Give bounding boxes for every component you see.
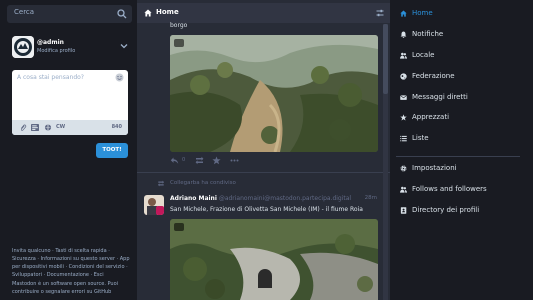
- envelope-icon: [400, 95, 407, 100]
- boost-text[interactable]: Collegarba ha condiviso: [170, 180, 236, 186]
- eye-slash-icon[interactable]: [174, 39, 184, 47]
- account-handle[interactable]: @admin: [37, 39, 64, 46]
- column-header[interactable]: Home: [137, 3, 390, 23]
- footer-nav-links[interactable]: Invita qualcuno · Tasti di scelta rapida…: [12, 247, 130, 279]
- nav-label: Locale: [412, 51, 435, 59]
- status-author[interactable]: Adriano Maini @adrianomaini@mastodon.par…: [170, 195, 351, 202]
- compose-toolbar: CW 840: [12, 120, 128, 135]
- home-icon: [144, 9, 152, 17]
- nav-label: Liste: [412, 134, 429, 142]
- compose-placeholder: A cosa stai pensando?: [17, 74, 84, 81]
- scrollbar[interactable]: [383, 24, 388, 300]
- nav-label: Impostazioni: [412, 164, 457, 172]
- display-name[interactable]: Adriano Maini: [170, 195, 217, 202]
- users-icon: [400, 186, 407, 193]
- more-options-icon[interactable]: [230, 156, 239, 165]
- home-icon: [400, 10, 407, 17]
- account-handle[interactable]: @adrianomaini@mastodon.partecipa.digital: [219, 195, 351, 202]
- sliders-icon[interactable]: [376, 9, 384, 17]
- status-divider: [137, 172, 390, 173]
- nav-label: Federazione: [412, 72, 455, 80]
- toot-button[interactable]: TOOT!: [96, 143, 128, 158]
- boost-icon: [157, 180, 165, 187]
- search-icon[interactable]: [117, 9, 127, 19]
- home-column: Home borgo 0 Collegarba ha condiviso Adr…: [137, 0, 390, 300]
- status-actions: 0: [170, 156, 290, 166]
- chevron-down-icon[interactable]: [120, 42, 128, 50]
- media-image[interactable]: [170, 219, 378, 300]
- search-input[interactable]: Cerca: [7, 5, 132, 23]
- gear-icon: [400, 165, 407, 172]
- nav-label: Directory dei profili: [412, 206, 480, 214]
- character-counter: 840: [111, 124, 122, 130]
- nav-item-federation[interactable]: Federazione: [396, 71, 520, 83]
- status-timestamp[interactable]: 28m: [365, 195, 377, 201]
- nav-label: Home: [412, 9, 433, 17]
- nav-item-home[interactable]: Home: [396, 8, 520, 20]
- nav-label: Apprezzati: [412, 113, 450, 121]
- footer-links: Invita qualcuno · Tasti di scelta rapida…: [12, 247, 130, 297]
- emoji-picker-icon[interactable]: [115, 73, 124, 82]
- bell-icon: [400, 31, 407, 38]
- paperclip-icon[interactable]: [19, 124, 27, 131]
- nav-label: Follows and followers: [412, 185, 487, 193]
- scrollbar-thumb[interactable]: [383, 24, 388, 94]
- status-content: San Michele, Frazione di Olivetta San Mi…: [170, 206, 363, 213]
- eye-slash-icon[interactable]: [174, 223, 184, 231]
- boost-icon[interactable]: [195, 156, 204, 165]
- reply-icon[interactable]: [170, 156, 179, 165]
- address-book-icon: [400, 207, 407, 214]
- footer-source-notice[interactable]: Mastodon è un software open source. Puoi…: [12, 280, 130, 296]
- star-icon: [400, 114, 407, 121]
- reply-count: 0: [182, 157, 186, 163]
- nav-item-direct-messages[interactable]: Messaggi diretti: [396, 92, 520, 104]
- nav-item-favourites[interactable]: Apprezzati: [396, 112, 520, 124]
- nav-label: Messaggi diretti: [412, 93, 468, 101]
- nav-divider: [396, 156, 520, 157]
- users-icon: [400, 52, 407, 59]
- globe-icon[interactable]: [44, 124, 52, 131]
- nav-item-local[interactable]: Locale: [396, 50, 520, 62]
- nav-item-settings[interactable]: Impostazioni: [396, 163, 520, 175]
- poll-icon[interactable]: [31, 124, 39, 131]
- avatar[interactable]: [12, 36, 34, 58]
- avatar[interactable]: [144, 195, 164, 215]
- list-icon: [400, 135, 407, 142]
- nav-item-lists[interactable]: Liste: [396, 133, 520, 145]
- globe-icon: [400, 73, 407, 80]
- edit-profile-link[interactable]: Modifica profilo: [37, 48, 75, 54]
- status-content: borgo: [170, 22, 188, 29]
- nav-label: Notifiche: [412, 30, 444, 38]
- star-icon[interactable]: [212, 156, 221, 165]
- column-title: Home: [156, 8, 179, 16]
- media-image[interactable]: [170, 35, 378, 152]
- account-header: @admin Modifica profilo: [12, 36, 132, 58]
- navigation-panel: Home Notifiche Locale Federazione Messag…: [396, 0, 533, 300]
- search-placeholder: Cerca: [14, 8, 35, 16]
- content-warning-button[interactable]: CW: [56, 124, 65, 130]
- nav-item-profile-directory[interactable]: Directory dei profili: [396, 205, 520, 217]
- nav-item-follows-and-followers[interactable]: Follows and followers: [396, 184, 520, 196]
- boost-prepend: Collegarba ha condiviso: [157, 180, 357, 188]
- nav-item-notifications[interactable]: Notifiche: [396, 29, 520, 41]
